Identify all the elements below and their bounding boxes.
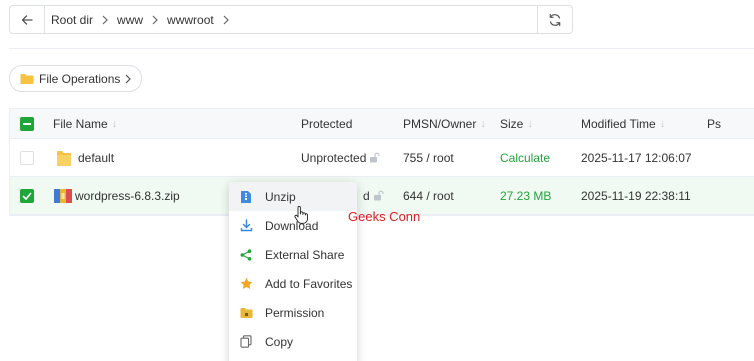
modified-time-cell: 2025-11-19 22:38:11 <box>581 188 691 203</box>
copy-icon <box>239 335 253 349</box>
checkbox-indeterminate-icon <box>20 116 34 131</box>
context-menu: Unzip Download External Share Add to Fav… <box>229 182 357 361</box>
file-table: File Name ↓ Protected PMSN/Owner ↓ Size ↓ M… <box>9 108 754 216</box>
chevron-right-icon <box>102 15 108 25</box>
menu-item-unzip[interactable]: Unzip <box>229 182 357 211</box>
menu-item-add-to-favorites[interactable]: Add to Favorites <box>229 269 357 298</box>
size-cell: 27.23 MB <box>500 188 552 203</box>
column-pmsn-owner[interactable]: PMSN/Owner ↓ <box>403 117 486 131</box>
file-operations-label: File Operations <box>39 71 121 86</box>
zip-archive-icon <box>54 188 72 203</box>
table-row[interactable]: default Unprotected 755 / root Calculate… <box>10 139 754 177</box>
file-name-cell[interactable]: default <box>56 149 114 167</box>
chevron-right-icon <box>152 15 158 25</box>
refresh-button[interactable] <box>537 6 572 33</box>
breadcrumb-www[interactable]: www <box>117 13 143 27</box>
protected-cell[interactable]: d <box>363 189 385 203</box>
file-operations-button[interactable]: File Operations <box>9 65 143 92</box>
column-modified-time[interactable]: Modified Time ↓ <box>581 117 665 131</box>
menu-item-copy[interactable]: Copy <box>229 327 357 356</box>
star-icon <box>239 277 253 291</box>
breadcrumb-root[interactable]: Root dir <box>51 13 93 27</box>
unlock-icon <box>369 152 381 163</box>
protected-cell[interactable]: Unprotected <box>301 151 381 165</box>
watermark-text: Geeks Conn <box>348 209 421 224</box>
table-header: File Name ↓ Protected PMSN/Owner ↓ Size ↓ M… <box>10 109 754 139</box>
sort-arrow-icon: ↓ <box>527 117 533 130</box>
breadcrumb-wwwroot[interactable]: wwwroot <box>167 13 214 27</box>
column-size[interactable]: Size ↓ <box>500 117 533 131</box>
row-checkbox[interactable] <box>20 150 34 165</box>
path-bar: Root dir www wwwroot <box>9 5 573 34</box>
pmsn-owner-cell[interactable]: 644 / root <box>403 189 454 203</box>
menu-item-external-share[interactable]: External Share <box>229 240 357 269</box>
hand-cursor-icon <box>294 205 308 227</box>
column-ps: Ps <box>707 116 722 131</box>
sort-arrow-icon: ↓ <box>659 117 666 130</box>
share-icon <box>239 248 253 262</box>
unlock-icon <box>373 190 385 201</box>
file-name-cell[interactable]: wordpress-6.8.3.zip <box>53 187 180 205</box>
modified-time-cell: 2025-11-17 12:06:07 <box>581 150 692 165</box>
divider <box>9 48 754 49</box>
sort-arrow-icon: ↓ <box>111 117 118 130</box>
folder-icon <box>20 73 34 84</box>
sort-arrow-icon: ↓ <box>480 117 486 130</box>
back-button[interactable] <box>10 6 45 33</box>
chevron-right-icon <box>125 74 132 83</box>
calculate-size-link[interactable]: Calculate <box>500 151 550 165</box>
chevron-right-icon <box>223 15 229 25</box>
breadcrumb: Root dir www wwwroot <box>45 13 537 27</box>
refresh-icon <box>549 13 561 26</box>
menu-item-permission[interactable]: Permission <box>229 298 357 327</box>
permission-folder-icon <box>239 306 253 320</box>
folder-icon <box>57 150 71 166</box>
download-icon <box>239 219 253 233</box>
row-checkbox[interactable] <box>20 188 34 203</box>
select-all-checkbox[interactable] <box>20 116 34 131</box>
arrow-left-icon <box>21 14 33 25</box>
column-file-name[interactable]: File Name ↓ <box>53 117 117 131</box>
pmsn-owner-cell[interactable]: 755 / root <box>403 151 454 165</box>
column-protected: Protected <box>301 116 353 131</box>
unzip-icon <box>239 190 253 204</box>
menu-item-download[interactable]: Download <box>229 211 357 240</box>
